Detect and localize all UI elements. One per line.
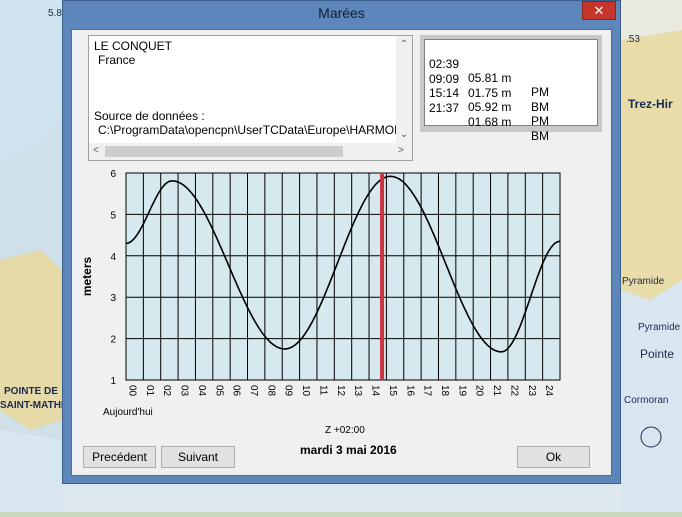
x-tick-label: 13 <box>352 385 363 397</box>
x-tick-label: 20 <box>474 385 485 397</box>
ok-button[interactable]: Ok <box>517 446 590 468</box>
map-place-label: Pointe <box>640 347 675 361</box>
x-tick-label: 00 <box>127 385 138 397</box>
map-place-label: Trez-Hir <box>628 97 673 111</box>
y-tick-label: 2 <box>110 335 116 346</box>
x-tick-label: 10 <box>300 385 311 397</box>
x-tick-label: 17 <box>422 385 433 397</box>
previous-button[interactable]: Precédent <box>83 446 156 468</box>
y-tick-label: 5 <box>110 210 116 221</box>
x-tick-label: 05 <box>213 385 224 397</box>
next-button[interactable]: Suivant <box>161 446 235 468</box>
x-tick-label: 22 <box>508 385 519 397</box>
x-tick-label: 23 <box>526 385 537 397</box>
map-depth-label: .53 <box>626 34 640 45</box>
map-place-label: Pyramide <box>622 276 665 287</box>
y-tick-label: 4 <box>110 252 116 263</box>
y-tick-label: 1 <box>110 376 116 387</box>
window-title: Marées <box>318 5 365 21</box>
x-tick-label: 12 <box>335 385 346 397</box>
x-tick-label: 01 <box>144 385 155 397</box>
date-label: mardi 3 mai 2016 <box>300 443 397 457</box>
x-tick-label: 15 <box>387 385 398 397</box>
x-tick-label: 21 <box>491 385 502 397</box>
tides-dialog: Marées ✕ LE CONQUET France Source de don… <box>62 0 621 484</box>
map-place-label: Cormoran <box>624 395 669 406</box>
x-tick-label: 03 <box>179 385 190 397</box>
dialog-client-area: LE CONQUET France Source de données : C:… <box>71 29 612 476</box>
timezone-label: Z +02:00 <box>325 425 365 436</box>
x-tick-label: 04 <box>196 385 207 397</box>
close-button[interactable]: ✕ <box>582 1 616 20</box>
x-tick-label: 14 <box>370 385 381 397</box>
title-bar[interactable]: Marées ✕ <box>63 1 620 28</box>
map-place-label: Pyramide <box>638 322 681 333</box>
x-tick-label: 11 <box>317 385 328 396</box>
x-tick-label: 18 <box>439 385 450 397</box>
x-tick-label: 08 <box>265 385 276 397</box>
x-tick-label: 02 <box>161 385 172 397</box>
y-axis-label: meters <box>80 256 94 296</box>
y-tick-label: 3 <box>110 293 116 304</box>
close-icon: ✕ <box>593 3 605 18</box>
today-label: Aujourd'hui <box>103 407 153 418</box>
x-tick-label: 16 <box>404 385 415 397</box>
x-tick-label: 09 <box>283 385 294 397</box>
x-tick-label: 24 <box>543 385 554 397</box>
tide-chart: 123456 00 01 02 03 04 05 06 07 08 09 10 11 12 13 14 15 1… <box>80 169 561 397</box>
x-tick-label: 06 <box>231 385 242 397</box>
y-tick-label: 6 <box>110 169 116 180</box>
x-tick-label: 07 <box>248 385 259 397</box>
map-depth-label: 5.8 <box>48 8 62 19</box>
plot-area <box>125 172 561 381</box>
map-place-label: POINTE DE <box>4 386 58 397</box>
x-tick-label: 19 <box>456 385 467 397</box>
